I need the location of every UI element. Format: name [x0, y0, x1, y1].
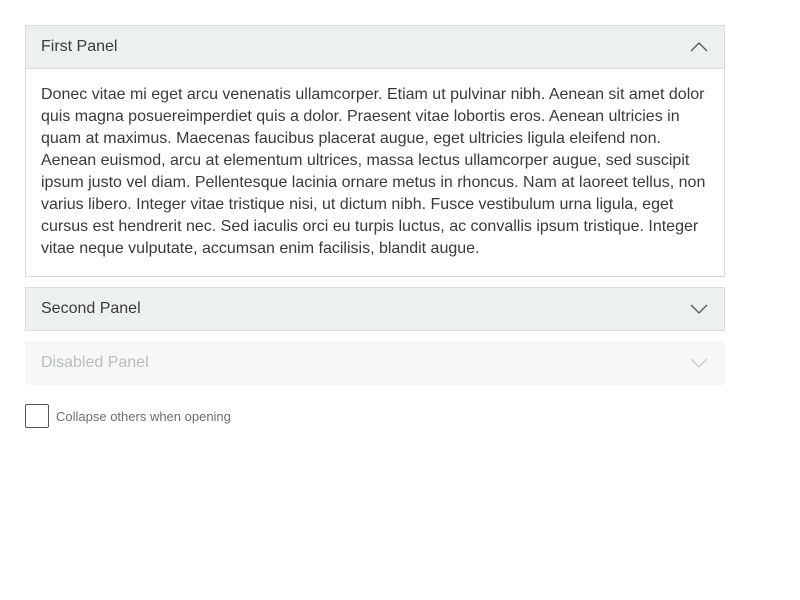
panel-first-header[interactable]: First Panel	[25, 25, 725, 69]
chevron-up-icon	[689, 41, 709, 53]
panel-first: First Panel Donec vitae mi eget arcu ven…	[25, 25, 725, 277]
panel-second-header[interactable]: Second Panel	[25, 287, 725, 331]
panel-second: Second Panel	[25, 287, 725, 331]
chevron-down-icon	[689, 357, 709, 369]
collapse-others-checkbox[interactable]	[25, 404, 49, 428]
chevron-down-icon	[689, 303, 709, 315]
collapse-others-label[interactable]: Collapse others when opening	[56, 409, 231, 424]
panel-disabled-header: Disabled Panel	[25, 341, 725, 385]
panel-first-title: First Panel	[41, 38, 118, 55]
accordion: First Panel Donec vitae mi eget arcu ven…	[25, 25, 725, 395]
panel-second-title: Second Panel	[41, 300, 141, 317]
panel-disabled-title: Disabled Panel	[41, 354, 149, 371]
panel-disabled: Disabled Panel	[25, 341, 725, 385]
panel-first-content: Donec vitae mi eget arcu venenatis ullam…	[25, 69, 725, 277]
accordion-options: Collapse others when opening	[25, 404, 231, 428]
